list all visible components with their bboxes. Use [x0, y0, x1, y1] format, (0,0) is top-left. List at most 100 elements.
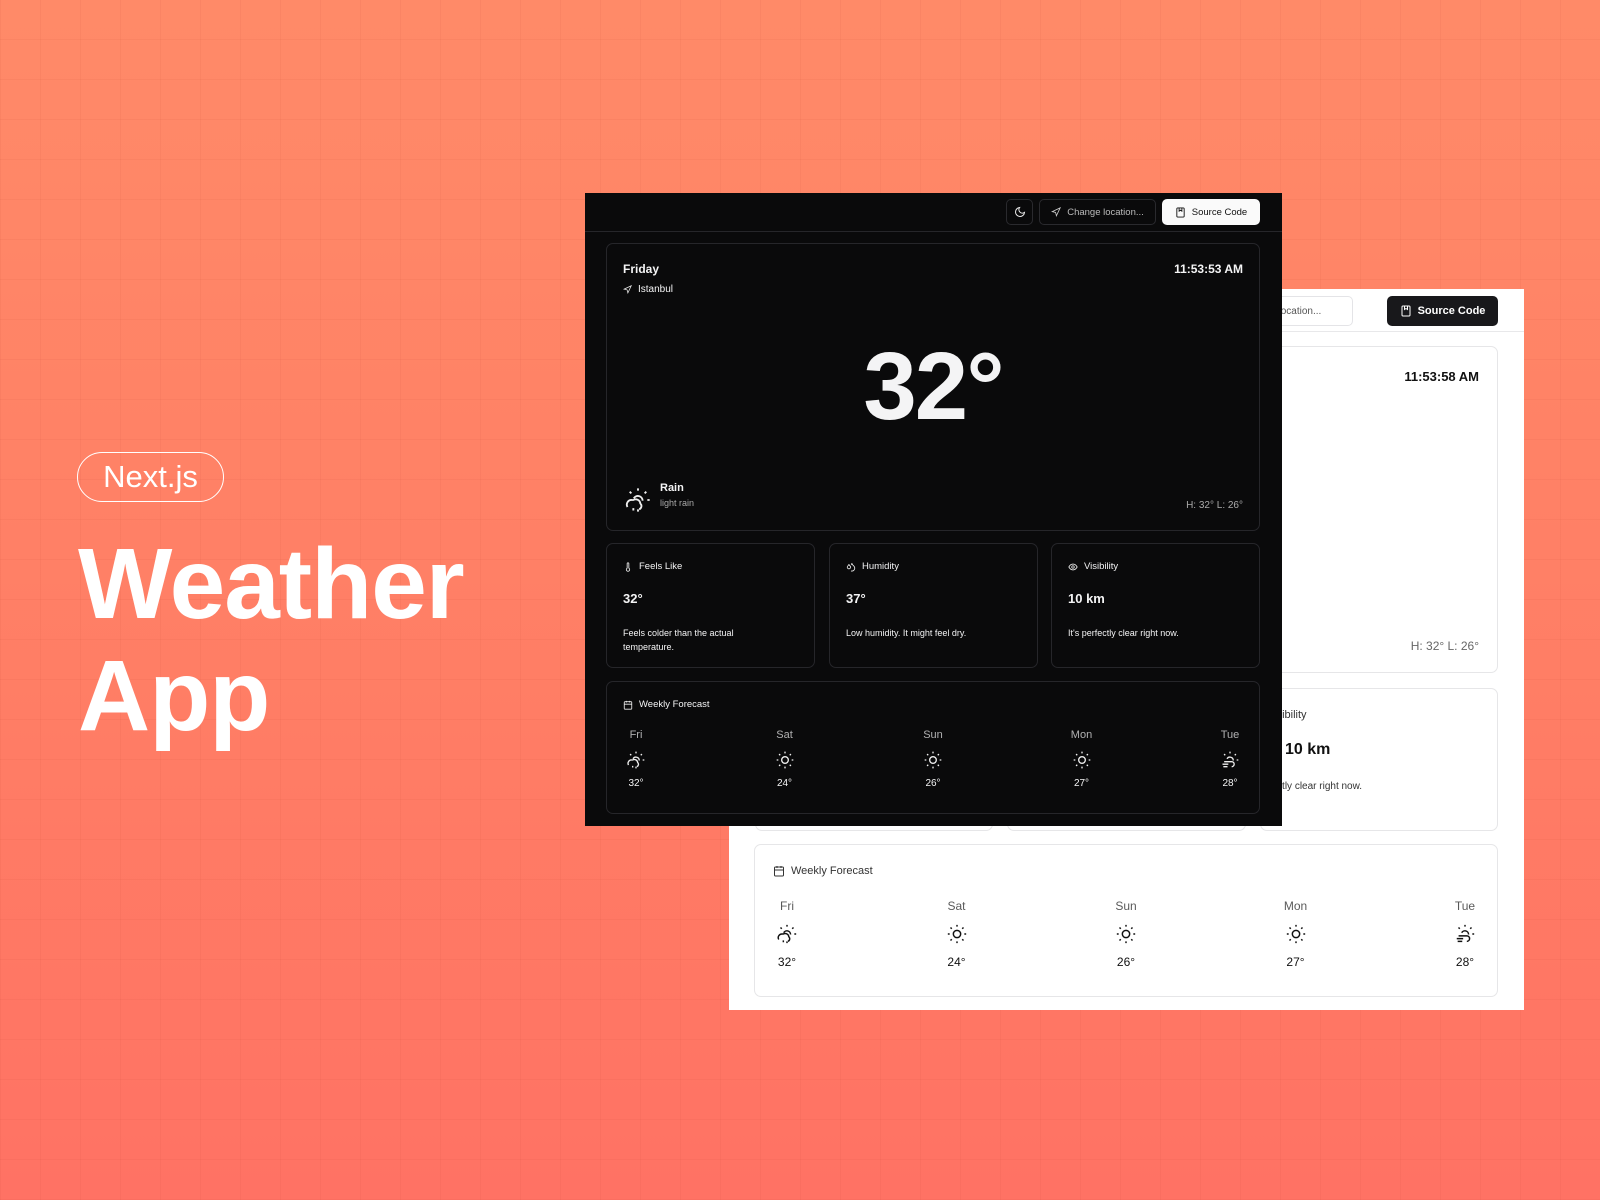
forecast-day-name: Tue	[1220, 729, 1240, 741]
cloud-sun-rain-icon	[625, 488, 650, 512]
forecast-day: Fri 32°	[767, 899, 807, 969]
moon-icon	[1014, 206, 1025, 217]
forecast-day-name: Mon	[1070, 729, 1093, 741]
forecast-temp: 27°	[1073, 778, 1090, 789]
forecast-title-text: Weekly Forecast	[791, 865, 873, 877]
forecast-day-name: Sat	[947, 899, 966, 913]
forecast-day: Tue 28°	[1445, 899, 1485, 969]
metric-label-text: Humidity	[862, 561, 899, 572]
thermometer-icon	[625, 561, 631, 572]
visibility-value: 10 km	[1285, 741, 1331, 758]
forecast-temp: 28°	[1455, 955, 1475, 969]
forecast-day: Tue 28°	[1210, 729, 1250, 789]
metric-label: Humidity	[846, 561, 899, 572]
current-temperature: 32°	[863, 333, 1004, 440]
condition: Rain	[660, 482, 684, 494]
forecast-day: Sun 26°	[1106, 899, 1146, 969]
weekly-forecast-card: Weekly Forecast Fri 32° Sat 24° Sun 26° …	[754, 844, 1498, 997]
metric-value: 10 km	[1068, 591, 1105, 606]
source-code-button[interactable]: Source Code	[1387, 296, 1498, 326]
metric-label: Feels Like	[623, 561, 682, 572]
calendar-icon	[623, 700, 633, 710]
metric-value: 32°	[623, 591, 643, 606]
forecast-days: Fri 32° Sat 24° Sun 26° Mon 27° Tue 28°	[767, 899, 1485, 969]
current-weather-card: Friday Istanbul 11:53:53 AM 32° Rain lig…	[606, 243, 1260, 531]
forecast-day-name: Fri	[780, 899, 794, 913]
forecast-day: Sat 24°	[765, 729, 805, 789]
forecast-temp: 26°	[1116, 955, 1136, 969]
navigation-icon	[623, 285, 632, 294]
forecast-days: Fri 32° Sat 24° Sun 26° Mon 27° Tue 28°	[616, 729, 1250, 789]
forecast-title-text: Weekly Forecast	[639, 699, 710, 710]
metric-value: 37°	[846, 591, 866, 606]
weather-condition-icon	[623, 486, 653, 514]
current-time: 11:53:53 AM	[1174, 262, 1243, 276]
current-location: Istanbul	[623, 284, 673, 295]
metric-note: Feels colder than the actual temperature…	[623, 628, 734, 652]
forecast-temp: 28°	[1222, 778, 1238, 789]
forecast-day: Mon 27°	[1276, 899, 1316, 969]
dark-mode-screenshot: Change location... Source Code Friday Is…	[585, 193, 1282, 826]
cloud-sun-wind-icon	[1222, 751, 1239, 768]
sun-icon	[776, 751, 793, 769]
calendar-icon	[774, 866, 784, 877]
current-day: Friday	[623, 262, 660, 276]
sun-icon	[1116, 924, 1136, 944]
metric-card-humidity: Humidity 37° Low humidity. It might feel…	[829, 543, 1038, 668]
forecast-title: Weekly Forecast	[623, 699, 710, 710]
high-low: H: 32° L: 26°	[1410, 639, 1479, 653]
forecast-day-name: Sun	[1115, 899, 1137, 913]
forecast-temp: 24°	[776, 778, 793, 789]
location-name: Istanbul	[638, 284, 674, 295]
cloud-sun-rain-icon	[627, 751, 645, 769]
forecast-temp: 27°	[1286, 955, 1305, 969]
forecast-temp: 26°	[925, 778, 941, 789]
cloud-sun-wind-icon	[1456, 924, 1475, 943]
forecast-day-name: Fri	[629, 729, 643, 741]
forecast-day-name: Mon	[1283, 899, 1308, 913]
weekly-forecast-card: Weekly Forecast Fri 32° Sat 24° Sun 26° …	[606, 681, 1260, 814]
navigation-icon	[1051, 207, 1062, 217]
forecast-day: Sun 26°	[913, 729, 953, 789]
forecast-day: Mon 27°	[1062, 729, 1102, 789]
forecast-day: Fri 32°	[616, 729, 656, 789]
metric-card-feels-like: Feels Like 32° Feels colder than the act…	[606, 543, 815, 668]
metric-label: Visibility	[1068, 561, 1118, 572]
metric-label-text: Visibility	[1084, 561, 1119, 572]
high-low: H: 32° L: 26°	[1186, 500, 1243, 511]
visibility-card: Visibility 10 km It's perfectly clear ri…	[1239, 688, 1498, 831]
sun-icon	[1286, 924, 1305, 944]
change-location-button[interactable]: Change location...	[1039, 199, 1156, 225]
cloud-sun-rain-icon	[777, 924, 797, 944]
change-location-label: Change location...	[1067, 206, 1144, 218]
metric-card-visibility: Visibility 10 km It's perfectly clear ri…	[1051, 543, 1260, 668]
theme-toggle-button[interactable]	[1006, 199, 1033, 225]
forecast-day-name: Sun	[923, 729, 943, 741]
eye-icon	[1068, 563, 1078, 570]
metric-note: Low humidity. It might feel dry.	[846, 628, 967, 638]
metric-label-text: Feels Like	[639, 561, 683, 572]
condition-description: light rain	[660, 498, 695, 508]
forecast-title: Weekly Forecast	[773, 865, 873, 877]
sun-icon	[1073, 751, 1090, 769]
nextjs-badge: Next.js	[77, 452, 224, 502]
source-code-label: Source Code	[1417, 305, 1486, 317]
forecast-temp: 24°	[947, 955, 966, 969]
book-icon	[1176, 206, 1185, 218]
forecast-day: Sat 24°	[937, 899, 977, 969]
source-code-label: Source Code	[1191, 206, 1248, 218]
hero-title: Weather App	[78, 528, 465, 752]
book-icon	[1401, 305, 1411, 317]
forecast-temp: 32°	[628, 778, 644, 789]
droplets-icon	[846, 562, 856, 571]
source-code-button[interactable]: Source Code	[1162, 199, 1260, 225]
current-time: 11:53:58 AM	[1404, 369, 1479, 384]
sun-icon	[924, 751, 942, 769]
hero-title-line1: Weather	[78, 528, 465, 640]
metric-note: It's perfectly clear right now.	[1068, 628, 1179, 638]
forecast-temp: 32°	[777, 955, 797, 969]
hero-title-line2: App	[78, 640, 270, 752]
forecast-day-name: Sat	[776, 729, 793, 741]
sun-icon	[947, 924, 966, 944]
forecast-day-name: Tue	[1454, 899, 1476, 913]
